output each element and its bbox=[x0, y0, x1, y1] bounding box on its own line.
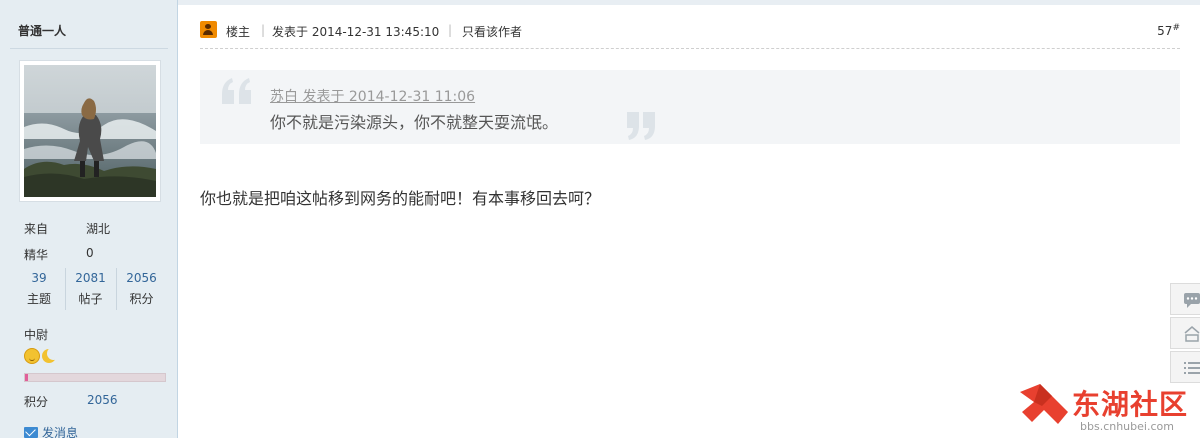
quote-text: 你不就是污染源头，你不就整天耍流氓。 bbox=[270, 113, 559, 132]
stat-posts[interactable]: 2081 帖子 bbox=[65, 268, 115, 310]
stat-topics[interactable]: 39 主题 bbox=[14, 268, 64, 310]
header-separator: | bbox=[448, 23, 453, 37]
post-header: 楼主 | 发表于 2014-12-31 13:45:10 | 只看该作者 57# bbox=[200, 20, 1180, 49]
from-label: 来自 bbox=[24, 222, 49, 236]
user-essence-row: 精华 0 bbox=[24, 246, 94, 263]
user-from-row: 来自 湖北 bbox=[24, 220, 110, 237]
back-to-top-icon bbox=[1184, 326, 1200, 342]
avatar-image bbox=[24, 65, 156, 197]
score-value: 2056 bbox=[87, 393, 118, 407]
comment-button[interactable] bbox=[1170, 283, 1200, 315]
quote-block: 苏白 发表于 2014-12-31 11:06 你不就是污染源头，你不就整天耍流… bbox=[200, 70, 1180, 144]
stat-topics-value[interactable]: 39 bbox=[14, 271, 64, 285]
sidebar-divider bbox=[10, 48, 168, 49]
comment-icon bbox=[1184, 293, 1200, 308]
watermark-url: bbs.cnhubei.com bbox=[1080, 420, 1174, 433]
watermark-title: 东湖社区 bbox=[1072, 388, 1189, 421]
essence-value: 0 bbox=[86, 246, 94, 260]
watermark-logo-icon bbox=[1020, 384, 1068, 424]
send-message-link[interactable]: 发消息 bbox=[24, 424, 78, 438]
stat-posts-value[interactable]: 2081 bbox=[66, 271, 115, 285]
post-date: 发表于 2014-12-31 13:45:10 bbox=[272, 25, 440, 39]
mail-icon bbox=[24, 427, 38, 438]
top-border bbox=[178, 0, 1200, 5]
stat-posts-label: 帖子 bbox=[78, 292, 103, 306]
floor-number[interactable]: 57# bbox=[1157, 23, 1180, 38]
floor-number-suffix: # bbox=[1172, 23, 1180, 33]
thread-owner-icon bbox=[200, 21, 217, 38]
stat-topics-label: 主题 bbox=[26, 292, 51, 306]
back-to-top-button[interactable] bbox=[1170, 317, 1200, 349]
thread-owner-label: 楼主 bbox=[226, 25, 251, 39]
user-stats: 39 主题 2081 帖子 2056 积分 bbox=[14, 268, 166, 310]
crescent-moon-icon bbox=[41, 347, 60, 364]
send-message-label: 发消息 bbox=[42, 426, 79, 438]
stat-points-value[interactable]: 2056 bbox=[117, 271, 166, 285]
from-value: 湖北 bbox=[86, 222, 111, 236]
close-quote-icon bbox=[627, 112, 655, 140]
list-icon bbox=[1184, 362, 1200, 374]
side-toolbar bbox=[1170, 283, 1200, 383]
score-label: 积分 bbox=[24, 395, 49, 409]
user-medals bbox=[24, 347, 60, 366]
floor-number-value: 57 bbox=[1157, 24, 1173, 38]
stat-points[interactable]: 2056 积分 bbox=[116, 268, 166, 310]
level-progress-fill bbox=[25, 374, 28, 381]
essence-label: 精华 bbox=[24, 248, 49, 262]
quote-meta-link[interactable]: 苏白 发表于 2014-12-31 11:06 bbox=[270, 86, 475, 106]
sun-face-icon bbox=[24, 348, 40, 364]
avatar[interactable] bbox=[19, 60, 161, 202]
open-quote-icon bbox=[222, 78, 251, 104]
header-separator: | bbox=[261, 23, 266, 37]
post-body: 你也就是把咱这帖移到网务的能耐吧！有本事移回去呵？ bbox=[200, 189, 601, 208]
user-score-row: 积分 2056 bbox=[24, 393, 118, 410]
user-rank[interactable]: 中尉 bbox=[24, 326, 48, 343]
stat-points-label: 积分 bbox=[129, 292, 154, 306]
list-button[interactable] bbox=[1170, 351, 1200, 383]
only-author-link[interactable]: 只看该作者 bbox=[462, 23, 522, 40]
user-sidebar: 普通一人 来自 湖北 精华 0 39 主题 2081 帖子 2056 积分 中尉… bbox=[0, 0, 178, 438]
username[interactable]: 普通一人 bbox=[18, 22, 66, 39]
level-progress-bar bbox=[24, 373, 166, 382]
